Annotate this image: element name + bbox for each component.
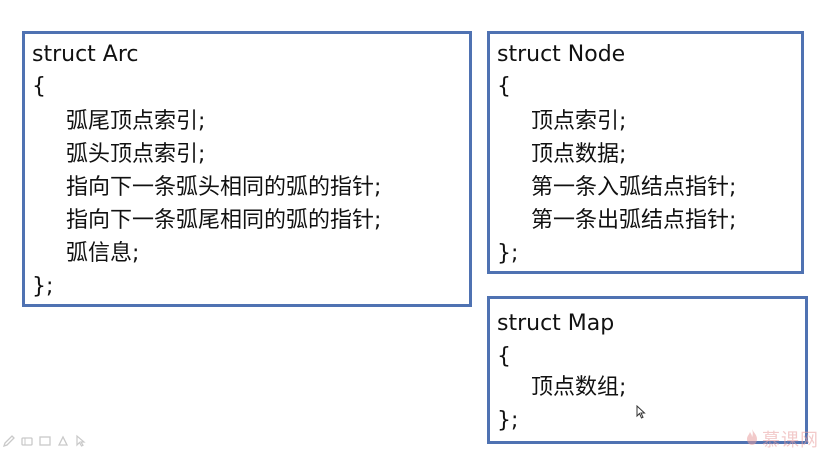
struct-map-open-brace: { — [497, 344, 511, 369]
struct-node-field: 第一条入弧结点指针; — [531, 175, 737, 200]
eraser-icon[interactable] — [20, 434, 34, 448]
struct-arc-box: struct Arc { 弧尾顶点索引; 弧头顶点索引; 指向下一条弧头相同的弧… — [22, 31, 472, 307]
struct-node-field: 顶点索引; — [531, 109, 627, 134]
pen-icon[interactable] — [2, 434, 16, 448]
struct-map-header: struct Map — [497, 311, 615, 336]
struct-map-box: struct Map { 顶点数组; }; — [487, 296, 808, 444]
struct-map-close-brace: }; — [497, 408, 519, 433]
struct-node-field: 第一条出弧结点指针; — [531, 208, 737, 233]
struct-arc-field: 指向下一条弧头相同的弧的指针; — [66, 175, 382, 200]
watermark-text: 慕课网 — [762, 430, 819, 451]
struct-arc-open-brace: { — [32, 74, 46, 99]
struct-arc-field: 指向下一条弧尾相同的弧的指针; — [66, 208, 382, 233]
struct-node-close-brace: }; — [497, 241, 519, 266]
struct-arc-field: 弧尾顶点索引; — [66, 109, 206, 134]
struct-node-header: struct Node — [497, 42, 626, 67]
struct-node-box: struct Node { 顶点索引; 顶点数据; 第一条入弧结点指针; 第一条… — [487, 31, 804, 274]
struct-node-open-brace: { — [497, 74, 511, 99]
struct-node-field: 顶点数据; — [531, 142, 627, 167]
shape-icon[interactable] — [56, 434, 70, 448]
presentation-toolbar — [0, 432, 88, 450]
struct-arc-header: struct Arc — [32, 42, 139, 67]
struct-arc-close-brace: }; — [32, 274, 54, 299]
struct-arc-field: 弧头顶点索引; — [66, 142, 206, 167]
mouse-pointer-icon — [636, 404, 646, 419]
screen-icon[interactable] — [38, 434, 52, 448]
flame-logo-icon — [745, 428, 759, 450]
struct-map-field: 顶点数组; — [531, 375, 627, 400]
watermark-logo: 慕课网 — [745, 426, 819, 452]
struct-arc-field: 弧信息; — [66, 241, 140, 266]
pointer-icon[interactable] — [74, 434, 88, 448]
